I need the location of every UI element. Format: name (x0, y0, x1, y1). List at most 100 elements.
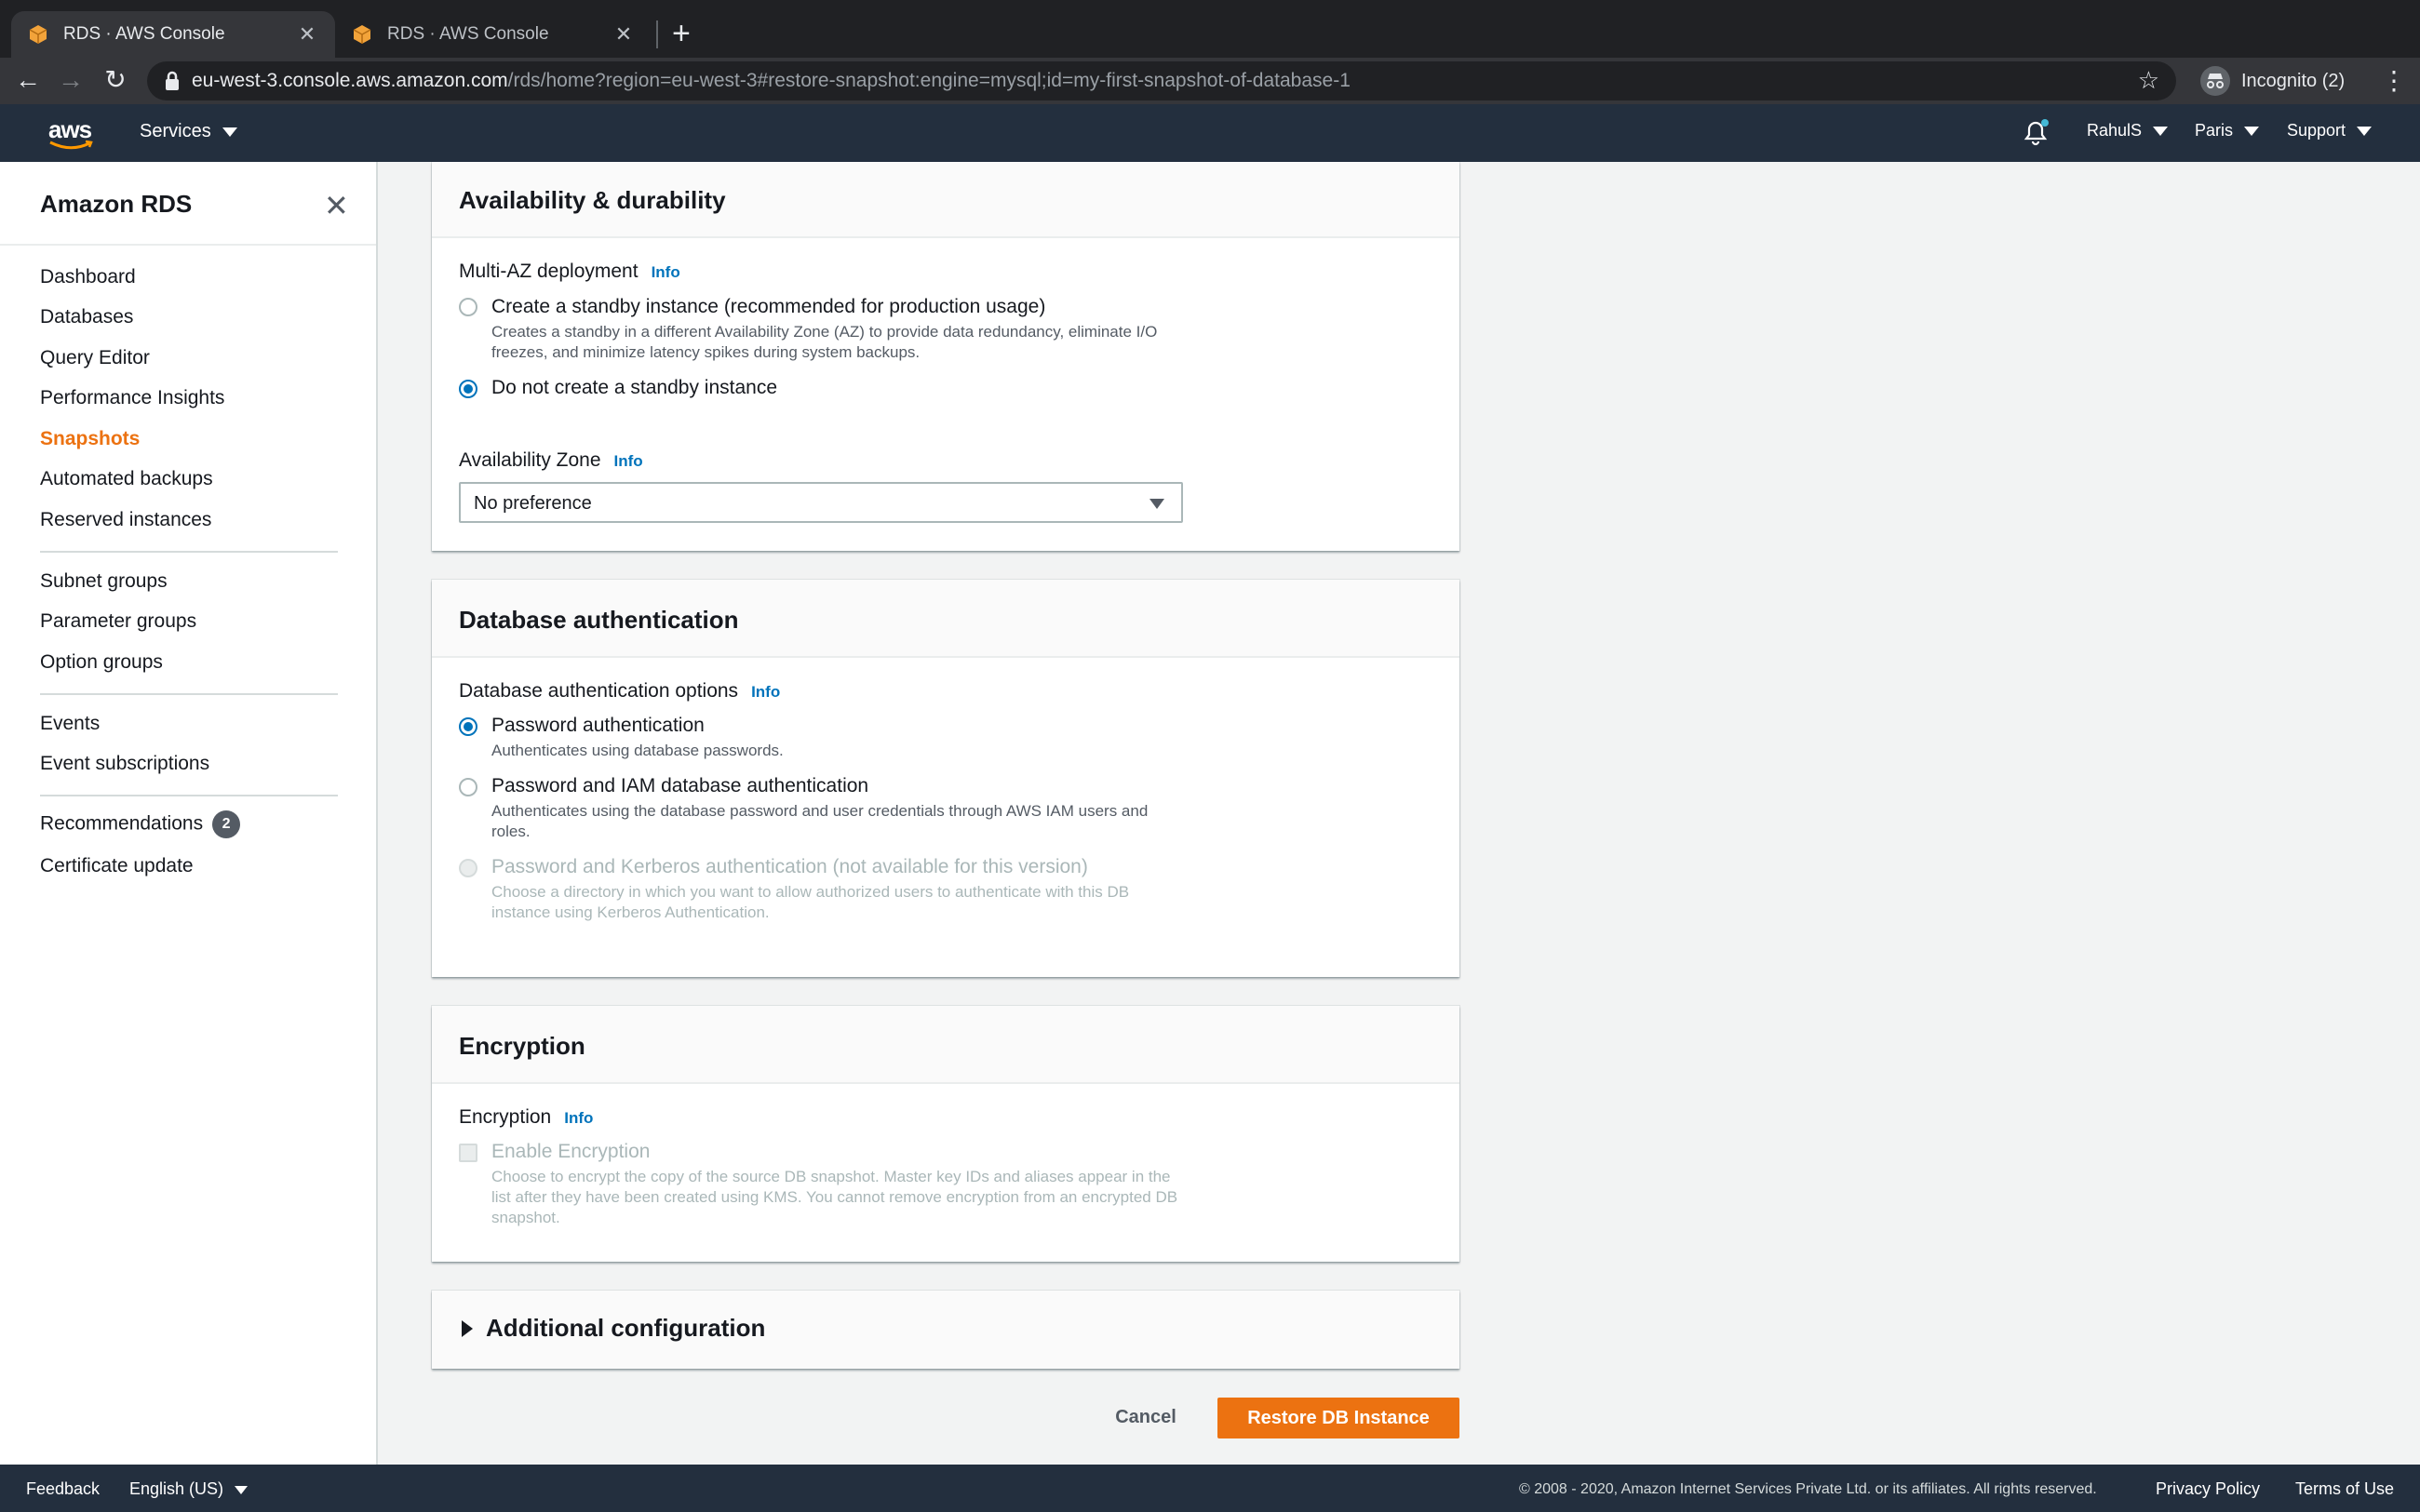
close-icon[interactable]: ✕ (324, 188, 349, 223)
dropdown-caret-icon (1150, 499, 1164, 509)
select-value: No preference (474, 493, 592, 514)
sidebar-item-performance-insights[interactable]: Performance Insights (40, 387, 224, 409)
reload-icon[interactable]: ↻ (99, 63, 132, 97)
chevron-down-icon (2153, 126, 2169, 136)
chevron-down-icon (222, 127, 237, 137)
chevron-down-icon (2357, 126, 2373, 136)
tab-title: RDS · AWS Console (387, 24, 549, 44)
iam-auth-radio[interactable] (459, 778, 477, 796)
availability-zone-select[interactable]: No preference (459, 482, 1183, 523)
browser-tab[interactable]: RDS · AWS Console ✕ (335, 11, 652, 58)
no-standby-option-label[interactable]: Do not create a standby instance (491, 377, 777, 399)
sidebar-item-option-groups[interactable]: Option groups (40, 651, 163, 674)
no-standby-radio[interactable] (459, 380, 477, 398)
tab-close-icon[interactable]: ✕ (612, 22, 635, 47)
panel-title: Availability & durability (459, 186, 726, 214)
availability-zone-label-text: Availability Zone (459, 449, 601, 471)
notification-bell-icon[interactable] (2022, 119, 2050, 147)
restore-db-instance-button[interactable]: Restore DB Instance (1217, 1398, 1459, 1438)
copyright-text: © 2008 - 2020, Amazon Internet Services … (1519, 1481, 2097, 1497)
aws-logo[interactable]: aws (48, 115, 95, 150)
panel-header (432, 1006, 1459, 1084)
iam-auth-label[interactable]: Password and IAM database authentication (491, 775, 868, 797)
sidebar-item-event-subscriptions[interactable]: Event subscriptions (40, 753, 209, 775)
standby-option-description: Creates a standby in a different Availab… (491, 323, 1158, 361)
enable-encryption-checkbox (459, 1144, 477, 1162)
divider (0, 244, 376, 246)
encryption-label-text: Encryption (459, 1106, 552, 1128)
tab-separator (656, 20, 658, 48)
info-link[interactable]: Info (564, 1109, 593, 1127)
sidebar-item-label: Recommendations (40, 812, 204, 835)
cancel-button[interactable]: Cancel (1098, 1398, 1193, 1437)
kerberos-auth-radio (459, 859, 477, 877)
sidebar-item-recommendations[interactable]: Recommendations 2 (40, 810, 241, 838)
standby-radio[interactable] (459, 298, 477, 316)
new-tab-icon[interactable]: + (672, 17, 691, 50)
sidebar-item-reserved-instances[interactable]: Reserved instances (40, 509, 211, 531)
divider (40, 795, 338, 796)
sidebar-item-snapshots[interactable]: Snapshots (40, 428, 140, 450)
multi-az-label-text: Multi-AZ deployment (459, 261, 639, 282)
aws-top-nav: aws Services RahulS Paris Support (0, 104, 2420, 162)
forward-arrow-icon[interactable]: → (54, 63, 87, 97)
kerberos-auth-description: Choose a directory in which you want to … (491, 883, 1130, 921)
database-authentication-panel: Database authentication Database authent… (432, 580, 1459, 977)
support-label: Support (2287, 121, 2346, 140)
auth-options-label-text: Database authentication options (459, 680, 739, 702)
url-path: /rds/home?region=eu-west-3#restore-snaps… (507, 70, 1351, 91)
sidebar-item-parameter-groups[interactable]: Parameter groups (40, 610, 196, 633)
browser-menu-icon[interactable]: ⋮ (2381, 65, 2407, 96)
enable-encryption-label: Enable Encryption (491, 1141, 651, 1162)
sidebar-item-certificate-update[interactable]: Certificate update (40, 855, 194, 877)
back-arrow-icon[interactable]: ← (11, 63, 45, 97)
iam-auth-description: Authenticates using the database passwor… (491, 802, 1149, 840)
footer: Feedback English (US) © 2008 - 2020, Ama… (0, 1465, 2420, 1512)
browser-tab-active[interactable]: RDS · AWS Console ✕ (11, 11, 335, 58)
url-text: eu-west-3.console.aws.amazon.com/rds/hom… (192, 70, 1351, 92)
url-host: eu-west-3.console.aws.amazon.com (192, 70, 508, 91)
support-menu[interactable]: Support (2287, 121, 2373, 140)
services-menu[interactable]: Services (140, 121, 237, 142)
language-select[interactable]: English (US) (129, 1479, 249, 1499)
address-bar[interactable]: eu-west-3.console.aws.amazon.com/rds/hom… (147, 61, 2176, 100)
sidebar-item-databases[interactable]: Databases (40, 306, 133, 328)
region-label: Paris (2195, 121, 2234, 140)
divider (40, 551, 338, 553)
bookmark-star-icon[interactable]: ☆ (2138, 66, 2159, 95)
incognito-label: Incognito (2) (2241, 70, 2346, 91)
count-badge: 2 (212, 810, 241, 838)
region-menu[interactable]: Paris (2195, 121, 2260, 140)
info-link[interactable]: Info (652, 263, 680, 281)
chevron-down-icon (2244, 126, 2260, 136)
multi-az-label: Multi-AZ deployment Info (459, 261, 680, 283)
lock-icon (166, 71, 179, 90)
privacy-policy-link[interactable]: Privacy Policy (2156, 1479, 2260, 1499)
services-label: Services (140, 121, 211, 141)
incognito-indicator[interactable]: Incognito (2) (2200, 63, 2345, 99)
sidebar-item-query-editor[interactable]: Query Editor (40, 347, 150, 369)
sidebar-item-subnet-groups[interactable]: Subnet groups (40, 570, 168, 593)
browser-toolbar: ← → ↻ eu-west-3.console.aws.amazon.com/r… (0, 58, 2420, 104)
divider (40, 693, 338, 695)
standby-option-label[interactable]: Create a standby instance (recommended f… (491, 296, 1045, 318)
tab-close-icon[interactable]: ✕ (296, 22, 318, 47)
encryption-label: Encryption Info (459, 1106, 593, 1129)
info-link[interactable]: Info (751, 683, 780, 701)
sidebar: Amazon RDS ✕ Dashboard Databases Query E… (0, 162, 378, 1465)
sidebar-item-automated-backups[interactable]: Automated backups (40, 468, 213, 490)
sidebar-item-dashboard[interactable]: Dashboard (40, 266, 136, 288)
additional-configuration-expander[interactable]: Additional configuration (432, 1291, 1459, 1369)
aws-favicon-icon (353, 25, 371, 44)
sidebar-item-events[interactable]: Events (40, 713, 100, 735)
password-auth-radio[interactable] (459, 717, 477, 736)
kerberos-auth-label: Password and Kerberos authentication (no… (491, 856, 1088, 877)
password-auth-label[interactable]: Password authentication (491, 715, 705, 737)
info-link[interactable]: Info (614, 452, 643, 470)
panel-title: Database authentication (459, 606, 739, 634)
tab-title: RDS · AWS Console (63, 24, 225, 44)
aws-smile-icon (49, 140, 93, 150)
feedback-link[interactable]: Feedback (26, 1479, 100, 1499)
account-menu[interactable]: RahulS (2087, 121, 2169, 140)
terms-of-use-link[interactable]: Terms of Use (2295, 1479, 2394, 1499)
